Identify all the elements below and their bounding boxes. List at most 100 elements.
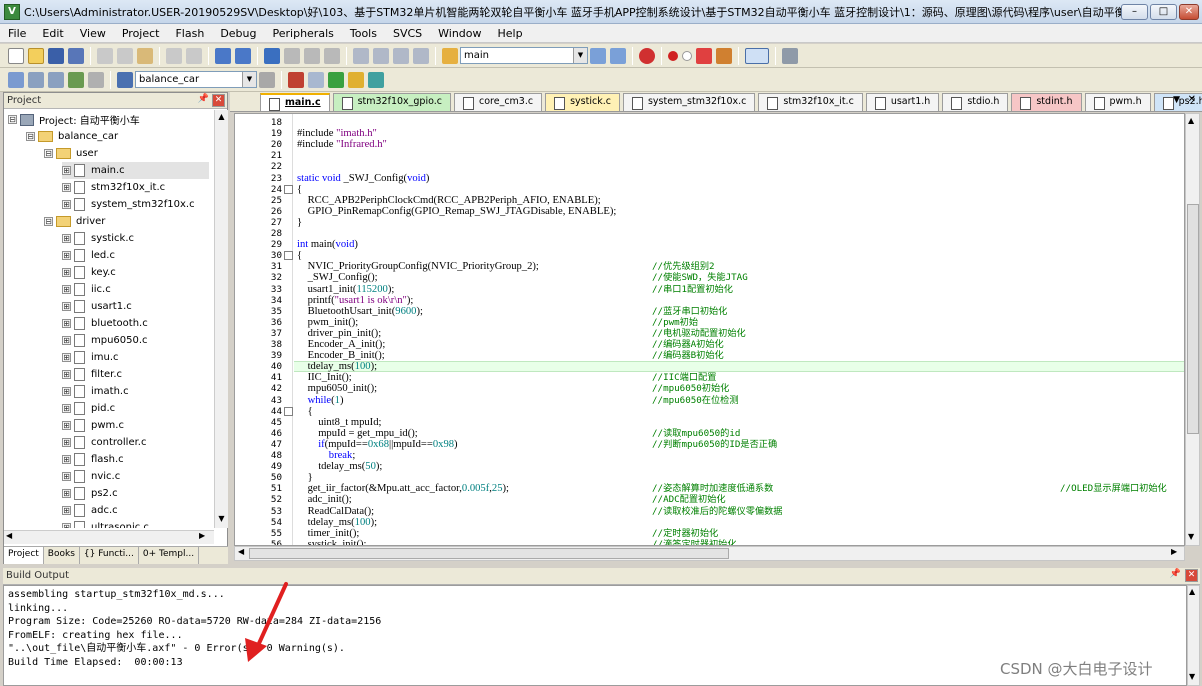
expand-icon[interactable]: ⊞: [62, 200, 71, 209]
save-all-icon[interactable]: [68, 47, 84, 64]
scroll-left-icon[interactable]: ◀: [6, 531, 12, 540]
tree-file-filter-c[interactable]: ⊞ filter.c: [62, 366, 209, 383]
close-icon[interactable]: ✕: [1188, 94, 1196, 105]
select-packs-icon[interactable]: [328, 71, 344, 88]
copy-icon[interactable]: [117, 47, 133, 64]
menu-file[interactable]: File: [6, 26, 28, 41]
expand-icon[interactable]: ⊞: [62, 370, 71, 379]
paste-icon[interactable]: [137, 47, 153, 64]
tree-file-main-c[interactable]: ⊞ main.c: [62, 162, 209, 179]
menu-tools[interactable]: Tools: [348, 26, 379, 41]
chevron-down-icon[interactable]: ▼: [573, 48, 587, 63]
tree-file-bluetooth-c[interactable]: ⊞ bluetooth.c: [62, 315, 209, 332]
scrollbar-thumb[interactable]: [1187, 204, 1199, 434]
scroll-up-icon[interactable]: ▲: [216, 112, 227, 124]
disable-breakpoint-icon[interactable]: [682, 50, 692, 61]
file-extensions-icon[interactable]: [308, 71, 324, 88]
expand-icon[interactable]: ⊞: [62, 353, 71, 362]
menu-edit[interactable]: Edit: [40, 26, 65, 41]
save-icon[interactable]: [48, 47, 64, 64]
close-icon[interactable]: ✕: [212, 94, 225, 107]
find-combo[interactable]: main ▼: [460, 47, 588, 64]
uncomment-icon[interactable]: [413, 47, 429, 64]
undo-icon[interactable]: [166, 47, 182, 64]
menu-flash[interactable]: Flash: [173, 26, 206, 41]
tab-pwm-h[interactable]: pwm.h: [1084, 93, 1151, 111]
tree-file-systick-c[interactable]: ⊞ systick.c: [62, 230, 209, 247]
collapse-icon[interactable]: ⊟: [26, 132, 35, 141]
prev-bookmark-icon[interactable]: [284, 47, 300, 64]
download-icon[interactable]: [117, 71, 133, 88]
tree-file-stm32f10x-it-c[interactable]: ⊞ stm32f10x_it.c: [62, 179, 209, 196]
tab-books[interactable]: Books: [44, 547, 80, 564]
tree-file-pid-c[interactable]: ⊞ pid.c: [62, 400, 209, 417]
tab-usart1-h[interactable]: usart1.h: [865, 93, 940, 111]
find-icon[interactable]: [590, 47, 606, 64]
batch-build-icon[interactable]: [68, 71, 84, 88]
scroll-down-icon[interactable]: ▼: [216, 514, 227, 526]
expand-icon[interactable]: ⊞: [62, 268, 71, 277]
menu-svcs[interactable]: SVCS: [391, 26, 424, 41]
stop-build-icon[interactable]: [88, 71, 104, 88]
tab-main-c[interactable]: main.c: [260, 93, 330, 111]
chevron-down-icon[interactable]: ▼: [242, 72, 256, 87]
tree-file-led-c[interactable]: ⊞ led.c: [62, 247, 209, 264]
collapse-icon[interactable]: ⊟: [44, 217, 53, 226]
maximize-button[interactable]: □: [1150, 4, 1177, 20]
tree-target[interactable]: ⊟ balance_car: [26, 128, 209, 145]
tree-file-key-c[interactable]: ⊞ key.c: [62, 264, 209, 281]
tree-file-mpu6050-c[interactable]: ⊞ mpu6050.c: [62, 332, 209, 349]
expand-icon[interactable]: ⊞: [62, 234, 71, 243]
tab-systick-c[interactable]: systick.c: [545, 93, 620, 111]
tab-stm32f10x-it-c[interactable]: stm32f10x_it.c: [758, 93, 863, 111]
scroll-right-icon[interactable]: ▶: [1171, 547, 1177, 556]
expand-icon[interactable]: ⊞: [62, 523, 71, 528]
tree-project-root[interactable]: ⊟ Project: 自动平衡小车: [8, 111, 209, 128]
new-file-icon[interactable]: [8, 47, 24, 64]
expand-icon[interactable]: ⊞: [62, 302, 71, 311]
kill-all-breakpoints-icon[interactable]: [716, 47, 732, 64]
target-options-icon[interactable]: [259, 71, 275, 88]
run-time-environment-icon[interactable]: [348, 71, 364, 88]
expand-icon[interactable]: ⊞: [62, 387, 71, 396]
open-folder-icon[interactable]: [28, 47, 44, 64]
expand-icon[interactable]: ⊞: [62, 489, 71, 498]
comment-icon[interactable]: [393, 47, 409, 64]
expand-icon[interactable]: ⊞: [62, 455, 71, 464]
tree-file-usart1-c[interactable]: ⊞ usart1.c: [62, 298, 209, 315]
tab-project[interactable]: Project: [4, 547, 44, 564]
tree-vertical-scrollbar[interactable]: ▲ ▼: [214, 110, 228, 528]
tree-file-pwm-c[interactable]: ⊞ pwm.c: [62, 417, 209, 434]
expand-icon[interactable]: ⊞: [62, 506, 71, 515]
tree-file-iic-c[interactable]: ⊞ iic.c: [62, 281, 209, 298]
tab-stdint-h[interactable]: stdint.h: [1011, 93, 1082, 111]
minimize-button[interactable]: –: [1121, 4, 1148, 20]
fold-toggle-icon[interactable]: ⊟: [284, 251, 293, 261]
expand-icon[interactable]: ⊞: [62, 336, 71, 345]
tab-stm32f10x-gpio-c[interactable]: stm32f10x_gpio.c: [332, 93, 451, 111]
tree-file-nvic-c[interactable]: ⊞ nvic.c: [62, 468, 209, 485]
expand-icon[interactable]: ⊞: [62, 285, 71, 294]
scroll-left-icon[interactable]: ◀: [238, 547, 244, 556]
expand-icon[interactable]: ⊞: [62, 472, 71, 481]
collapse-icon[interactable]: ⊟: [44, 149, 53, 158]
tab-functions[interactable]: {} Functi...: [80, 547, 139, 564]
start-debug-icon[interactable]: [639, 47, 655, 64]
scroll-down-icon[interactable]: ▼: [1189, 672, 1195, 681]
indent-icon[interactable]: [353, 47, 369, 64]
scroll-up-icon[interactable]: ▲: [1189, 587, 1195, 596]
fold-toggle-icon[interactable]: ⊟: [284, 406, 293, 416]
tree-group-user[interactable]: ⊟ user: [44, 145, 209, 162]
pin-icon[interactable]: 📌: [197, 94, 210, 107]
scroll-down-icon[interactable]: ▼: [1188, 532, 1194, 541]
collapse-icon[interactable]: ⊟: [8, 115, 17, 124]
next-bookmark-icon[interactable]: [304, 47, 320, 64]
menu-window[interactable]: Window: [436, 26, 483, 41]
navigate-forward-icon[interactable]: [235, 47, 251, 64]
expand-icon[interactable]: ⊞: [62, 404, 71, 413]
tree-horizontal-scrollbar[interactable]: ◀ ▶: [4, 530, 214, 544]
unindent-icon[interactable]: [373, 47, 389, 64]
expand-icon[interactable]: ⊞: [62, 438, 71, 447]
tree-file-adc-c[interactable]: ⊞ adc.c: [62, 502, 209, 519]
cut-icon[interactable]: [97, 47, 113, 64]
